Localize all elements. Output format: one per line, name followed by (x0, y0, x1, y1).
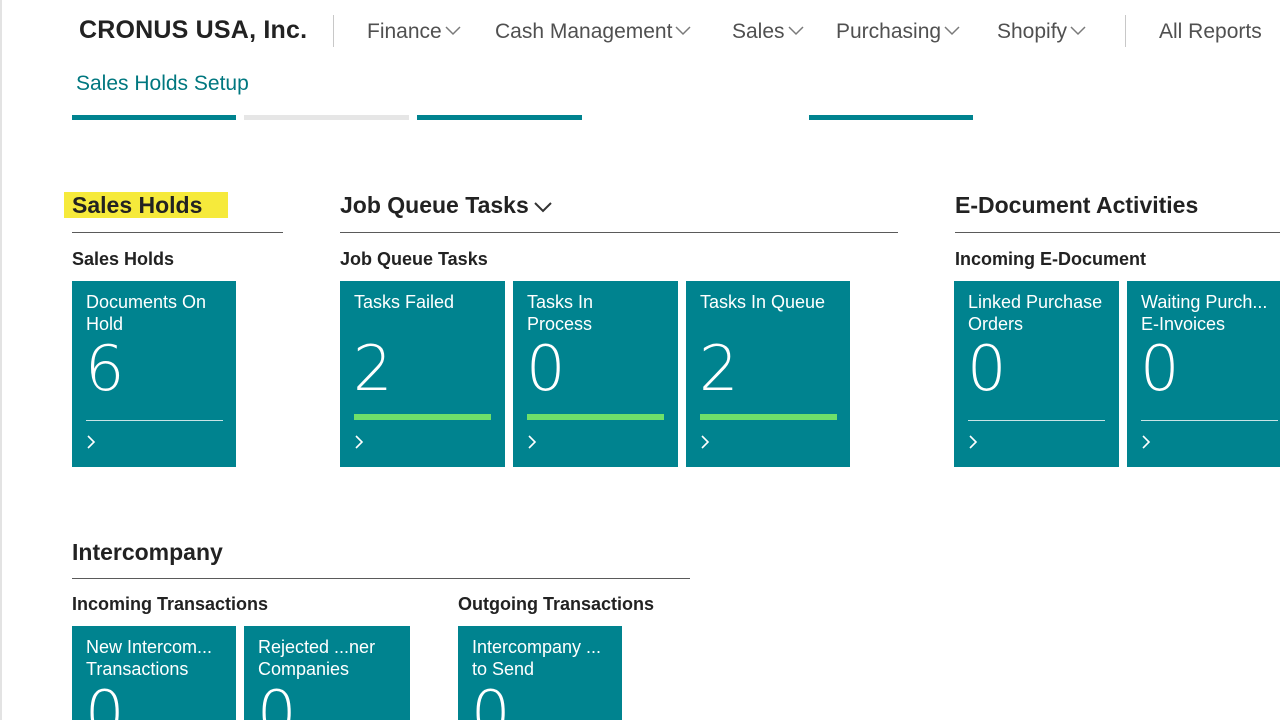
cue-tile-documents-on-hold[interactable]: Documents On Hold 6 (72, 281, 236, 467)
tile-strip-segment (72, 115, 236, 120)
tile-value: 2 (353, 332, 393, 405)
chevron-right-icon (701, 435, 710, 449)
tile-label: Intercompany ... to Send (472, 637, 602, 679)
chevron-right-icon (1142, 435, 1151, 449)
tile-label: Tasks Failed (354, 292, 455, 312)
chevron-down-icon (534, 202, 552, 213)
nav-sales[interactable]: Sales (732, 20, 804, 44)
cue-tile-new-intercompany-transactions[interactable]: New Intercom... Transactions 0 (72, 626, 236, 720)
group-title-incoming: Incoming Transactions (72, 594, 269, 614)
tile-value: 0 (471, 677, 511, 720)
tile-value: 0 (526, 332, 566, 405)
tile-divider (968, 420, 1105, 421)
tile-value: 0 (257, 677, 297, 720)
company-name[interactable]: CRONUS USA, Inc. (79, 16, 307, 45)
tile-label: Linked Purchase Orders (968, 292, 1103, 334)
group-title: Sales Holds (72, 249, 175, 269)
nav-divider (1125, 15, 1126, 47)
section-title-job-queue[interactable]: Job Queue Tasks (340, 192, 553, 219)
tile-value: 0 (1140, 332, 1180, 405)
tile-status-bar (700, 414, 837, 420)
nav-finance[interactable]: Finance (367, 20, 461, 44)
tile-strip-segment (244, 115, 409, 120)
nav-divider (333, 15, 334, 47)
tile-status-bar (354, 414, 491, 420)
nav-cash-management-label: Cash Management (495, 20, 673, 43)
left-border (0, 0, 2, 720)
section-divider (340, 232, 898, 233)
chevron-right-icon (969, 435, 978, 449)
nav-cash-management[interactable]: Cash Management (495, 20, 691, 44)
tile-label: Tasks In Process (527, 292, 594, 334)
chevron-down-icon (445, 18, 461, 42)
section-title-intercompany: Intercompany (72, 539, 223, 565)
nav-purchasing[interactable]: Purchasing (836, 20, 960, 44)
nav-sales-label: Sales (732, 20, 785, 43)
tile-status-bar (527, 414, 664, 420)
tile-divider (1141, 420, 1278, 421)
chevron-down-icon (1070, 18, 1086, 42)
group-title-outgoing: Outgoing Transactions (458, 594, 655, 614)
section-divider (72, 232, 283, 233)
nav-finance-label: Finance (367, 20, 442, 43)
group-title: Incoming E-Document (955, 249, 1147, 269)
tile-label: Documents On Hold (86, 292, 207, 334)
section-divider (72, 578, 690, 579)
chevron-down-icon (944, 18, 960, 42)
tile-label: Rejected ...ner Companies (258, 637, 376, 679)
tile-value: 2 (699, 332, 739, 405)
nav-shopify[interactable]: Shopify (997, 20, 1086, 44)
tile-divider (86, 420, 223, 421)
nav-shopify-label: Shopify (997, 20, 1068, 43)
chevron-right-icon (87, 435, 96, 449)
cue-tile-waiting-purchase-e-invoices[interactable]: Waiting Purch... E-Invoices 0 (1127, 281, 1280, 467)
chevron-right-icon (355, 435, 364, 449)
chevron-down-icon (675, 18, 691, 42)
nav-purchasing-label: Purchasing (836, 20, 942, 43)
nav-all-reports[interactable]: All Reports (1159, 20, 1262, 44)
tile-value: 0 (967, 332, 1007, 405)
cue-tile-tasks-in-process[interactable]: Tasks In Process 0 (513, 281, 678, 467)
section-title-label: Job Queue Tasks (340, 192, 529, 218)
cue-tile-rejected-partner-companies[interactable]: Rejected ...ner Companies 0 (244, 626, 410, 720)
highlighted-title: Sales Holds (64, 192, 229, 218)
tile-value: 0 (85, 677, 125, 720)
cue-tile-tasks-in-queue[interactable]: Tasks In Queue 2 (686, 281, 850, 467)
cue-tile-tasks-failed[interactable]: Tasks Failed 2 (340, 281, 505, 467)
tile-label: Tasks In Queue (700, 292, 826, 312)
tile-value: 6 (85, 332, 125, 405)
tile-strip-segment (417, 115, 582, 120)
chevron-down-icon (788, 18, 804, 42)
cue-tile-intercompany-to-send[interactable]: Intercompany ... to Send 0 (458, 626, 622, 720)
section-title-e-document: E-Document Activities (955, 192, 1199, 218)
chevron-right-icon (528, 435, 537, 449)
tile-label: Waiting Purch... E-Invoices (1141, 292, 1268, 334)
section-divider (955, 232, 1280, 233)
tile-strip-segment (809, 115, 973, 120)
cue-tile-linked-purchase-orders[interactable]: Linked Purchase Orders 0 (954, 281, 1119, 467)
group-title: Job Queue Tasks (340, 249, 488, 269)
tile-label: New Intercom... Transactions (86, 637, 213, 679)
subnav-sales-holds-setup[interactable]: Sales Holds Setup (76, 72, 249, 96)
section-title-sales-holds: Sales Holds (64, 192, 229, 219)
